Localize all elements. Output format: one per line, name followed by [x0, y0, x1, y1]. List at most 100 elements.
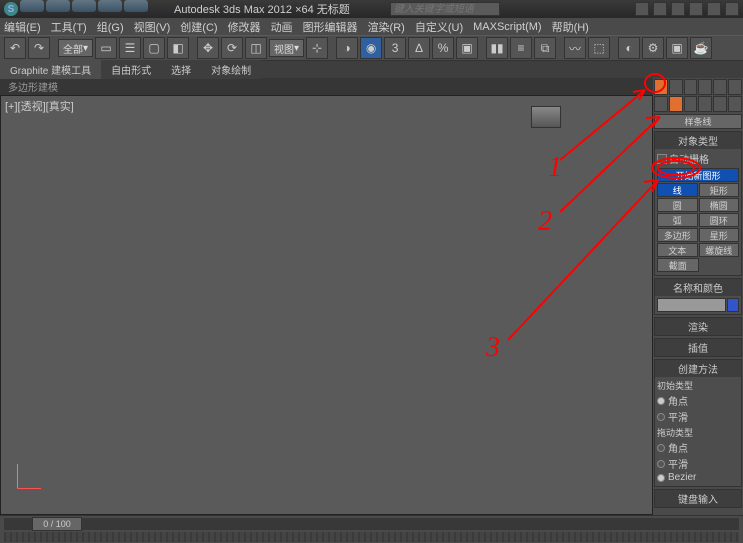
named-sel-icon[interactable]: ▣ — [456, 37, 478, 59]
initial-type-label: 初始类型 — [657, 379, 739, 392]
object-name-input[interactable] — [657, 298, 726, 312]
time-slider[interactable]: 0 / 100 — [4, 518, 739, 530]
rotate-icon[interactable]: ⟳ — [221, 37, 243, 59]
mat-editor-icon[interactable]: ◐ — [618, 37, 640, 59]
helpers-subtab-icon[interactable] — [713, 96, 727, 112]
rectangle-button[interactable]: 矩形 — [699, 183, 740, 197]
menu-tools[interactable]: 工具(T) — [51, 19, 87, 35]
render-frame-icon[interactable]: ▣ — [666, 37, 688, 59]
snap-3d-icon[interactable]: ◉ — [360, 37, 382, 59]
ribbon-tab-freeform[interactable]: 自由形式 — [101, 60, 161, 79]
ref-coord-dropdown[interactable]: 视图 ▾ — [269, 39, 304, 57]
move-icon[interactable]: ✥ — [197, 37, 219, 59]
menu-animation[interactable]: 动画 — [271, 19, 293, 35]
name-color-header[interactable]: 名称和颜色 — [655, 279, 741, 296]
menu-create[interactable]: 创建(C) — [180, 19, 217, 35]
app-logo-icon: S — [4, 2, 18, 16]
hierarchy-tab-icon[interactable] — [684, 79, 698, 95]
schematic-icon[interactable]: ⬚ — [588, 37, 610, 59]
color-swatch[interactable] — [727, 298, 739, 312]
curve-editor-icon[interactable]: 〰 — [564, 37, 586, 59]
menu-render[interactable]: 渲染(R) — [368, 19, 405, 35]
percent-snap-icon[interactable]: ∆ — [408, 37, 430, 59]
ellipse-button[interactable]: 椭圆 — [699, 198, 740, 212]
menu-edit[interactable]: 编辑(E) — [4, 19, 41, 35]
sign-in-icon[interactable] — [635, 2, 649, 16]
menu-group[interactable]: 组(G) — [97, 19, 124, 35]
star-icon[interactable] — [653, 2, 667, 16]
motion-tab-icon[interactable] — [698, 79, 712, 95]
layer-icon[interactable]: ⧉ — [534, 37, 556, 59]
geometry-subtab-icon[interactable] — [654, 96, 668, 112]
select-name-icon[interactable]: ☰ — [119, 37, 141, 59]
mirror-icon[interactable]: ▮▮ — [486, 37, 508, 59]
display-tab-icon[interactable] — [713, 79, 727, 95]
line-button[interactable]: 线 — [657, 183, 698, 197]
align-icon[interactable]: ≡ — [510, 37, 532, 59]
angle-snap-icon[interactable]: 3 — [384, 37, 406, 59]
pivot-icon[interactable]: ⊹ — [306, 37, 328, 59]
undo-icon[interactable]: ↶ — [4, 37, 26, 59]
scale-icon[interactable]: ◫ — [245, 37, 267, 59]
ribbon-tab-objpaint[interactable]: 对象绘制 — [201, 60, 261, 79]
start-new-shape-checkbox[interactable]: 开始新图形 — [657, 168, 739, 182]
menu-modifiers[interactable]: 修改器 — [228, 19, 261, 35]
menu-help[interactable]: 帮助(H) — [552, 19, 589, 35]
drag-bezier-radio[interactable]: Bezier — [657, 472, 739, 483]
helix-button[interactable]: 螺旋线 — [699, 243, 740, 257]
menu-customize[interactable]: 自定义(U) — [415, 19, 463, 35]
modify-tab-icon[interactable] — [669, 79, 683, 95]
text-button[interactable]: 文本 — [657, 243, 698, 257]
initial-corner-radio[interactable]: 角点 — [657, 393, 739, 408]
cameras-subtab-icon[interactable] — [698, 96, 712, 112]
ribbon-tab-graphite[interactable]: Graphite 建模工具 — [0, 60, 101, 79]
circle-button[interactable]: 圆 — [657, 198, 698, 212]
time-track[interactable] — [4, 532, 739, 542]
star-button[interactable]: 星形 — [699, 228, 740, 242]
create-subtabs — [653, 96, 743, 112]
viewport[interactable]: [+][透视][真实] — [0, 95, 653, 515]
viewcube-icon[interactable] — [531, 106, 561, 128]
category-dropdown[interactable]: 样条线 — [654, 114, 742, 129]
close-icon[interactable] — [725, 2, 739, 16]
drag-smooth-radio[interactable]: 平滑 — [657, 456, 739, 471]
rollout-interp[interactable]: 插值 — [654, 338, 742, 357]
help-icon[interactable] — [671, 2, 685, 16]
selection-filter[interactable]: 全部 ▾ — [58, 39, 93, 57]
render-icon[interactable]: ☕ — [690, 37, 712, 59]
drag-corner-radio[interactable]: 角点 — [657, 440, 739, 455]
spacewarps-subtab-icon[interactable] — [728, 96, 742, 112]
select-icon[interactable]: ▭ — [95, 37, 117, 59]
ribbon-tab-selection[interactable]: 选择 — [161, 60, 201, 79]
snap-toggle-icon[interactable]: ◑ — [336, 37, 358, 59]
render-setup-icon[interactable]: ⚙ — [642, 37, 664, 59]
polygon-button[interactable]: 多边形 — [657, 228, 698, 242]
arc-button[interactable]: 弧 — [657, 213, 698, 227]
max-icon[interactable] — [707, 2, 721, 16]
object-type-header[interactable]: 对象类型 — [655, 132, 741, 149]
menu-grapheditors[interactable]: 图形编辑器 — [303, 19, 358, 35]
rollout-render[interactable]: 渲染 — [654, 317, 742, 336]
utilities-tab-icon[interactable] — [728, 79, 742, 95]
time-slider-thumb[interactable]: 0 / 100 — [32, 517, 82, 531]
autogrid-checkbox[interactable]: 自动栅格 — [657, 151, 739, 166]
create-tab-icon[interactable] — [654, 79, 668, 95]
menu-maxscript[interactable]: MAXScript(M) — [473, 21, 541, 33]
create-method-header[interactable]: 创建方法 — [655, 360, 741, 377]
redo-icon[interactable]: ↷ — [28, 37, 50, 59]
shapes-subtab-icon[interactable] — [669, 96, 683, 112]
initial-smooth-radio[interactable]: 平滑 — [657, 409, 739, 424]
menu-view[interactable]: 视图(V) — [134, 19, 171, 35]
section-button[interactable]: 截面 — [657, 258, 699, 272]
spinner-snap-icon[interactable]: % — [432, 37, 454, 59]
title-right-icons — [635, 2, 739, 16]
ribbon-sub-label[interactable]: 多边形建模 — [8, 79, 58, 94]
rollout-keyboard[interactable]: 键盘输入 — [654, 489, 742, 508]
donut-button[interactable]: 圆环 — [699, 213, 740, 227]
select-region-icon[interactable]: ▢ — [143, 37, 165, 59]
lights-subtab-icon[interactable] — [684, 96, 698, 112]
search-input[interactable] — [390, 2, 500, 16]
window-crossing-icon[interactable]: ◧ — [167, 37, 189, 59]
viewport-label[interactable]: [+][透视][真实] — [5, 98, 74, 114]
min-icon[interactable] — [689, 2, 703, 16]
